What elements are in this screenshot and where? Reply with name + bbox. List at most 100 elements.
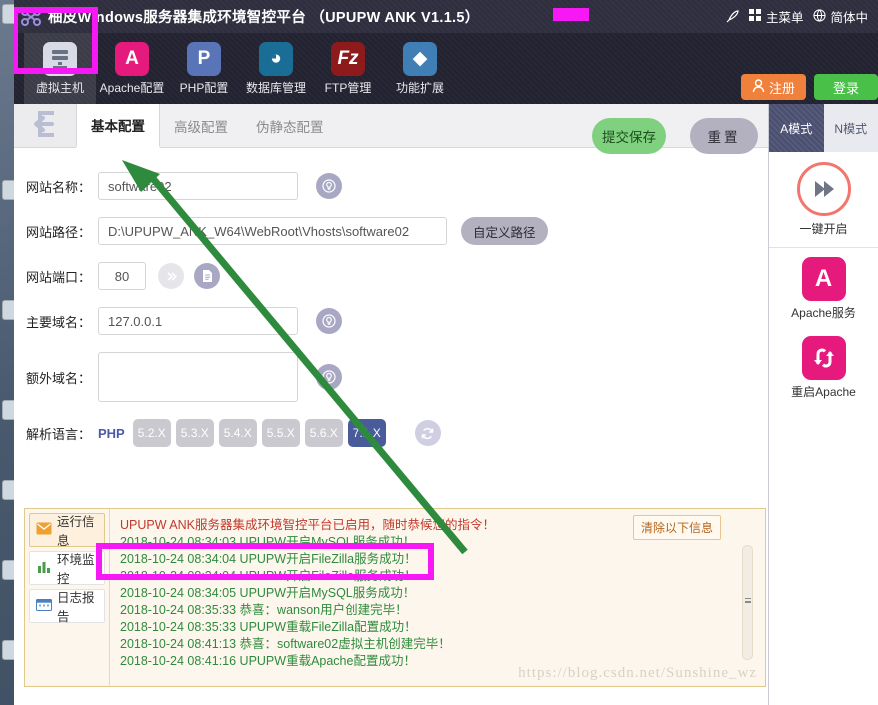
play-icon[interactable] <box>796 162 851 216</box>
document-icon[interactable] <box>194 263 220 289</box>
log-tab-report[interactable]: 日志报告 <box>29 589 105 624</box>
toolbar-item-ftp-manage[interactable]: Fz FTP管理 <box>312 33 384 104</box>
main-body: 基本配置 高级配置 伪静态配置 提交保存 重置 网站名称： software02… <box>14 104 878 705</box>
php-version-5-6[interactable]: 5.6.X <box>304 419 343 447</box>
chevron-right-icon[interactable] <box>158 263 184 289</box>
clear-messages-label: 清除以下信息 <box>640 521 713 535</box>
submit-label: 提交保存 <box>602 130 656 145</box>
tab-label: 高级配置 <box>174 119 228 135</box>
form-row-site-port: 网站端口： 80 <box>26 262 768 290</box>
toolbar-item-database-manage[interactable]: ◕ 数据库管理 <box>240 33 312 104</box>
chart-icon <box>36 560 52 576</box>
log-output[interactable]: 清除以下信息 UPUPW ANK服务器集成环境智控平台已启用，随时恭候您的指令！… <box>110 509 765 686</box>
site-port-input[interactable]: 80 <box>98 262 146 290</box>
form-row-extra-domain: 额外域名： <box>26 352 768 402</box>
upupw-logo-icon <box>14 7 48 27</box>
mode-tab-a[interactable]: A模式 <box>769 104 824 152</box>
toolbar-item-apache-config[interactable]: A Apache配置 <box>96 33 168 104</box>
watermark: https://blog.csdn.net/Sunshine_wz <box>518 665 757 681</box>
toolbar-label: PHP配置 <box>179 80 229 95</box>
log-tab-label: 运行信息 <box>57 515 95 548</box>
tab-label: 基本配置 <box>91 119 145 134</box>
bulb-icon[interactable] <box>316 364 342 390</box>
log-line: 2018-10-24 08:35:33 恭喜：wanson用户创建完毕！ <box>120 603 408 617</box>
php-version-5-3[interactable]: 5.3.X <box>175 419 214 447</box>
toolbar-item-virtual-host[interactable]: 虚拟主机 <box>24 33 96 104</box>
apache-glyph: A <box>125 47 139 69</box>
version-label: 5.4.X <box>223 426 252 440</box>
language-label: 简体中 <box>830 11 868 25</box>
bulb-icon[interactable] <box>316 173 342 199</box>
log-tab-run-info[interactable]: 运行信息 <box>29 513 105 548</box>
title-bar: 柚皮Windows服务器集成环境智控平台 （UPUPW ANK V1.1.5） … <box>14 0 878 33</box>
window-title: 柚皮Windows服务器集成环境智控平台 （UPUPW ANK V1.1.5） <box>48 10 480 26</box>
clear-messages-button[interactable]: 清除以下信息 <box>632 515 721 540</box>
log-line: 2018-10-24 08:34:05 UPUPW开启MySQL服务成功！ <box>120 586 416 600</box>
toolbar-label: 虚拟主机 <box>35 80 84 95</box>
php-prefix-label: PHP <box>98 425 125 441</box>
filezilla-icon: Fz <box>331 41 365 76</box>
rocket-icon[interactable] <box>725 9 739 24</box>
custom-path-button[interactable]: 自定义路径 <box>461 217 548 245</box>
toolbar-label: 功能扩展 <box>395 80 444 95</box>
tab-rewrite-config[interactable]: 伪静态配置 <box>242 104 338 147</box>
site-path-input[interactable]: D:\UPUPW_ANK_W64\WebRoot\Vhosts\software… <box>98 217 447 245</box>
back-arrow-icon <box>28 110 62 141</box>
content-area: 基本配置 高级配置 伪静态配置 提交保存 重置 网站名称： software02… <box>14 104 768 705</box>
service-apache[interactable]: A Apache服务 <box>769 248 878 327</box>
version-label: 7.1.X <box>352 426 381 440</box>
toolbar-label: Apache配置 <box>99 80 165 95</box>
service-label: Apache服务 <box>791 306 856 320</box>
back-button[interactable] <box>14 104 76 147</box>
main-domain-input[interactable]: 127.0.0.1 <box>98 307 298 335</box>
vhost-form: 网站名称： software02 网站路径： D:\UPUPW_ANK_W64\… <box>14 148 768 447</box>
service-restart-apache[interactable]: 重启Apache <box>769 327 878 406</box>
database-icon: ◕ <box>259 41 293 76</box>
grid-icon <box>748 8 762 25</box>
language-selector[interactable]: 简体中 <box>813 7 868 26</box>
php-version-7-1[interactable]: 7.1.X <box>347 419 386 447</box>
bulb-icon[interactable] <box>316 308 342 334</box>
submit-save-button[interactable]: 提交保存 <box>592 118 666 154</box>
restart-icon <box>801 336 846 380</box>
site-port-label: 网站端口： <box>26 269 92 285</box>
site-name-input[interactable]: software02 <box>98 172 298 200</box>
log-panel: 运行信息 环境监控 日志报告 清除以下信息 UPUPW ANK服务器集成环境智控… <box>24 508 766 687</box>
reset-button[interactable]: 重置 <box>690 118 758 154</box>
site-port-value: 80 <box>114 268 130 284</box>
tab-label: 伪静态配置 <box>256 119 324 135</box>
form-row-language: 解析语言： PHP 5.2.X 5.3.X 5.4.X 5.5.X 5.6.X … <box>26 419 768 447</box>
version-label: 5.3.X <box>180 426 209 440</box>
mode-tab-n[interactable]: N模式 <box>823 104 878 152</box>
php-version-5-5[interactable]: 5.5.X <box>261 419 300 447</box>
site-path-label: 网站路径： <box>26 224 92 240</box>
register-button[interactable]: 注册 <box>740 74 806 100</box>
log-line: 2018-10-24 08:35:33 UPUPW重载FileZilla配置成功… <box>120 620 417 634</box>
log-tab-label: 环境监控 <box>57 553 95 586</box>
form-row-site-path: 网站路径： D:\UPUPW_ANK_W64\WebRoot\Vhosts\so… <box>26 217 768 245</box>
main-domain-label: 主要域名： <box>26 314 92 330</box>
php-version-5-2[interactable]: 5.2.X <box>132 419 171 447</box>
mode-tab-label: N模式 <box>834 121 868 136</box>
log-tab-env-monitor[interactable]: 环境监控 <box>29 551 105 586</box>
tab-advanced-config[interactable]: 高级配置 <box>160 104 242 147</box>
refresh-icon[interactable] <box>414 420 441 446</box>
login-button[interactable]: 登录 <box>814 74 878 100</box>
mode-tab-label: A模式 <box>780 121 813 136</box>
login-label: 登录 <box>832 80 859 96</box>
main-menu-button[interactable]: 主菜单 <box>748 7 804 26</box>
main-menu-label: 主菜单 <box>765 11 804 25</box>
extension-glyph: ◆ <box>412 48 428 69</box>
toolbar-item-php-config[interactable]: P PHP配置 <box>168 33 240 104</box>
log-line: 2018-10-24 08:34:04 UPUPW开启FileZilla服务成功… <box>120 569 417 583</box>
mail-icon <box>36 522 52 538</box>
version-label: 5.6.X <box>309 426 338 440</box>
php-version-5-4[interactable]: 5.4.X <box>218 419 257 447</box>
tab-basic-config[interactable]: 基本配置 <box>76 104 160 148</box>
log-scrollbar[interactable] <box>742 545 753 660</box>
extra-domain-input[interactable] <box>98 352 298 402</box>
log-line: 2018-10-24 08:41:13 恭喜：software02虚拟主机创建完… <box>120 637 451 651</box>
toolbar-item-extensions[interactable]: ◆ 功能扩展 <box>384 33 456 104</box>
main-domain-value: 127.0.0.1 <box>108 313 163 329</box>
reset-label: 重置 <box>707 130 741 145</box>
